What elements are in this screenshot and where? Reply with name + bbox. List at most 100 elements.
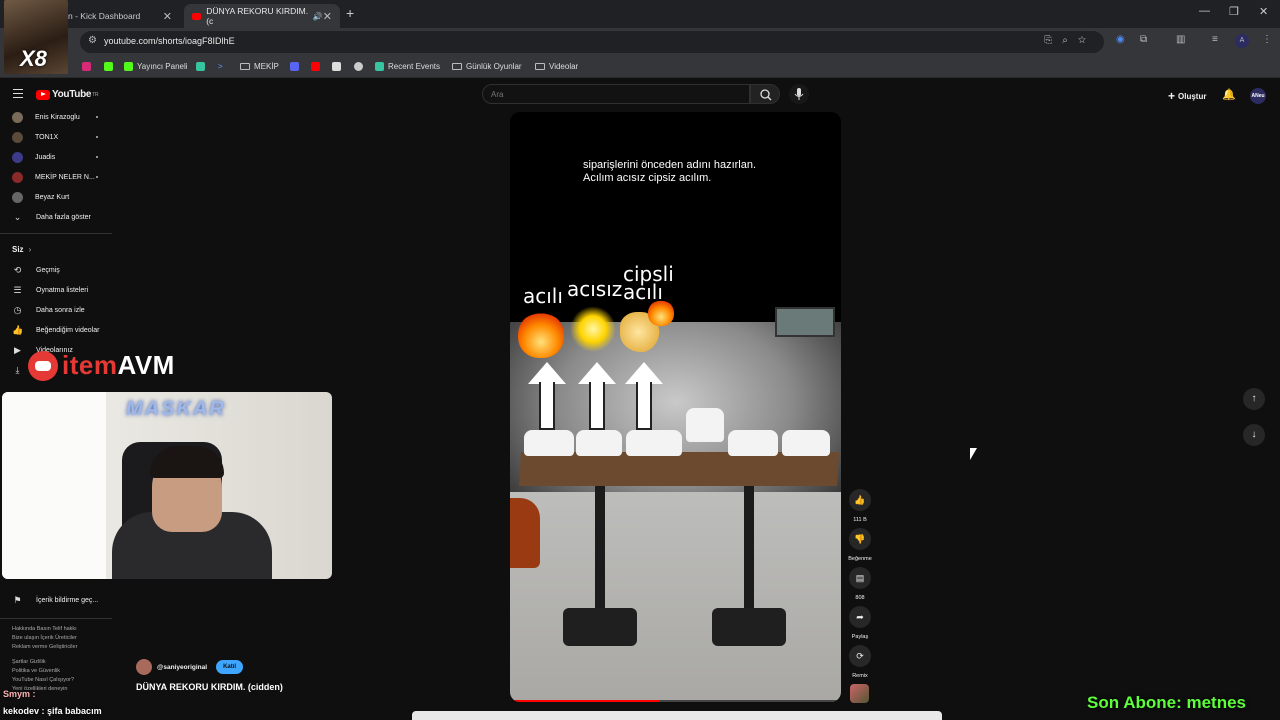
footer-links[interactable]: Hakkında Basın Telif hakkı: [12, 625, 108, 634]
channel-info: @saniyeoriginal Katıl: [136, 659, 244, 675]
star-icon[interactable]: ☆: [1078, 35, 1096, 46]
share-icon: ➦: [849, 606, 871, 628]
bookmark-label: Recent Events: [388, 62, 441, 71]
dislike-button[interactable]: 👎 Beğenme: [847, 528, 873, 562]
chat-message: kekodev : şifa babacım: [3, 706, 102, 716]
menu-icon[interactable]: ⋮: [1262, 34, 1272, 45]
clock-icon: ◷: [13, 304, 22, 315]
create-label: Oluştur: [1178, 91, 1207, 101]
bookmark-gunluk-oyunlar[interactable]: Günlük Oyunlar: [452, 62, 522, 71]
youtube-play-icon: [36, 89, 50, 100]
footer-links[interactable]: Reklam verme Geliştiriciler: [12, 643, 108, 652]
search-button[interactable]: [750, 84, 780, 104]
new-tab-button[interactable]: +: [346, 5, 354, 21]
logo-text: YouTube: [52, 89, 92, 100]
bookmark-yayinci-paneli[interactable]: Yayıncı Paneli: [124, 62, 188, 71]
sidebar-item-watch-later[interactable]: ◷ Daha sonra izle: [0, 300, 110, 320]
sticker-text: acılı: [523, 284, 563, 308]
remix-label: Remix: [852, 673, 868, 679]
comment-button[interactable]: ▤ 808: [847, 567, 873, 601]
tab-title: n - Kick Dashboard: [68, 11, 141, 21]
live-dot-icon: [96, 156, 98, 158]
youtube-logo[interactable]: YouTube TR: [36, 89, 99, 100]
footer-links[interactable]: Şartlar Gizlilik: [12, 658, 108, 667]
zoom-icon[interactable]: ⌕: [1062, 35, 1078, 46]
close-icon[interactable]: ✕: [163, 10, 172, 23]
speaker-icon[interactable]: 🔊: [313, 12, 323, 21]
bookmark-videolar[interactable]: Videolar: [535, 62, 578, 71]
bookmarks-bar: ⋮⋮ 𝕏 Yayıncı Paneli > MEKİP Recent Event…: [0, 56, 1280, 78]
youtube-icon[interactable]: [311, 62, 320, 71]
minimize-icon[interactable]: —: [1199, 5, 1210, 17]
notifications-bell-icon[interactable]: 🔔: [1222, 88, 1236, 101]
hamburger-menu-icon[interactable]: [13, 89, 23, 98]
sidebar-item-label: Beğendiğim videolar: [36, 326, 100, 334]
footer-links[interactable]: YouTube Nasıl Çalışıyor?: [12, 676, 108, 685]
join-button[interactable]: Katıl: [216, 660, 244, 674]
sidebar-subscription[interactable]: MEKİP NELER N...: [0, 167, 110, 187]
previous-short-button[interactable]: ↑: [1243, 388, 1265, 410]
sidebar-item-report-history[interactable]: ⚑ İçerik bildirme geç...: [0, 590, 110, 610]
install-icon[interactable]: ⎘: [1044, 35, 1062, 46]
tab-kick-dashboard[interactable]: n - Kick Dashboard ✕: [60, 4, 180, 28]
app-icon[interactable]: [196, 62, 205, 71]
sidebar-item-history[interactable]: ⟲ Geçmiş: [0, 260, 110, 280]
next-short-button[interactable]: ↓: [1243, 424, 1265, 446]
ring-icon[interactable]: [354, 62, 363, 71]
terminal-icon[interactable]: >: [218, 62, 223, 71]
extension-icon[interactable]: ◉: [1116, 34, 1125, 45]
bookmark-label: MEKİP: [254, 62, 279, 71]
you-section-header[interactable]: Siz ›: [0, 239, 110, 259]
gamepad-icon: [28, 350, 58, 381]
sidebar-item-playlists[interactable]: ☰ Oynatma listeleri: [0, 280, 110, 300]
instagram-icon[interactable]: [82, 62, 91, 71]
kick-icon: [124, 62, 133, 71]
sidebar-subscription[interactable]: TON1X: [0, 127, 110, 147]
sidebar-subscription[interactable]: Juadis: [0, 147, 110, 167]
create-button[interactable]: + Oluştur: [1168, 89, 1206, 103]
restore-icon[interactable]: ❐: [1229, 5, 1239, 18]
channel-handle[interactable]: @saniyeoriginal: [157, 664, 207, 671]
divider: [0, 233, 112, 234]
url-text[interactable]: youtube.com/shorts/ioagF8IDlhE: [104, 36, 235, 46]
sidebar-subscription[interactable]: Enis Kirazoglu: [0, 107, 110, 127]
short-video-player[interactable]: siparişlerini önceden adını hazırlan. Ac…: [510, 112, 841, 702]
voice-search-button[interactable]: [789, 84, 809, 104]
image-icon[interactable]: [332, 62, 341, 71]
chat-text: şifa babacım: [47, 706, 102, 716]
sidebar-subscription[interactable]: Beyaz Kurt: [0, 187, 110, 207]
sidebar-item-liked[interactable]: 👍 Beğendiğim videolar: [0, 320, 110, 340]
channel-avatar[interactable]: [136, 659, 152, 675]
account-avatar[interactable]: ANeu: [1250, 88, 1266, 104]
bookmark-recent-events[interactable]: Recent Events: [375, 62, 440, 71]
search-input[interactable]: Ara: [482, 84, 750, 104]
bookmark-mekip[interactable]: MEKİP: [240, 62, 279, 71]
video-progress-bar[interactable]: [510, 700, 841, 702]
show-more-button[interactable]: ⌄ Daha fazla göster: [0, 207, 110, 227]
close-icon[interactable]: ✕: [323, 10, 332, 23]
footer-links[interactable]: Politika ve Güvenlik: [12, 667, 108, 676]
folder-icon: [240, 63, 250, 70]
remix-button[interactable]: ⟳ Remix: [847, 645, 873, 679]
like-count: 111 B: [853, 517, 867, 523]
omnibox[interactable]: ⚙ youtube.com/shorts/ioagF8IDlhE ⎘⌕☆: [80, 31, 1104, 53]
site-info-icon[interactable]: ⚙: [88, 35, 97, 46]
table-top: [519, 452, 839, 486]
live-dot-icon: [96, 116, 98, 118]
bookmark-label: Videolar: [549, 62, 579, 71]
sidepanel-icon[interactable]: ▥: [1176, 34, 1185, 45]
like-button[interactable]: 👍 111 B: [847, 489, 873, 523]
extensions-icon[interactable]: ⧉: [1140, 34, 1147, 45]
instagram-icon-2[interactable]: [104, 62, 113, 71]
audio-thumbnail[interactable]: [850, 684, 869, 703]
close-window-icon[interactable]: ✕: [1259, 5, 1268, 18]
media-icon[interactable]: ≡: [1212, 34, 1218, 45]
share-button[interactable]: ➦ Paylaş: [847, 606, 873, 640]
footer-links[interactable]: Bize ulaşın İçerik Üreticiler: [12, 634, 108, 643]
chevron-right-icon: ›: [28, 244, 32, 254]
profile-icon[interactable]: A: [1235, 34, 1249, 48]
video-window: [775, 307, 835, 337]
tab-youtube-short[interactable]: DÜNYA REKORU KIRDIM. (c 🔊 ✕: [184, 4, 340, 28]
bookmark-label: Yayıncı Paneli: [137, 62, 188, 71]
discord-icon[interactable]: [290, 62, 299, 71]
